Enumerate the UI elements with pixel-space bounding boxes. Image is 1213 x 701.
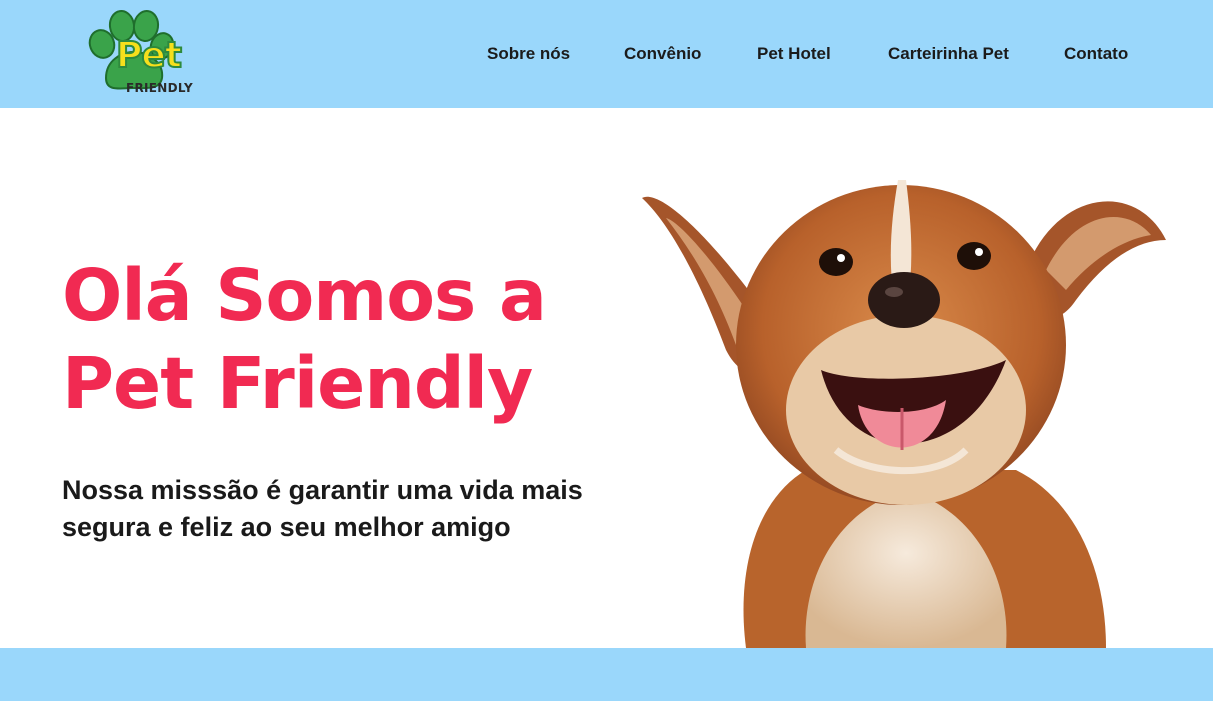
nav-link-contato[interactable]: Contato: [1064, 44, 1128, 64]
logo-subword: FRIENDLY: [126, 81, 193, 95]
hero-title: Olá Somos a Pet Friendly: [62, 252, 622, 428]
nav-link-sobre-nos[interactable]: Sobre nós: [487, 44, 570, 64]
hero-title-line-2: Pet Friendly: [62, 342, 533, 425]
nav-link-convenio[interactable]: Convênio: [624, 44, 701, 64]
nav-link-carteirinha-pet[interactable]: Carteirinha Pet: [888, 44, 1009, 64]
site-header: Pet FRIENDLY Sobre nós Convênio Pet Hote…: [0, 0, 1213, 108]
hero-title-line-1: Olá Somos a: [62, 254, 547, 337]
nav-link-pet-hotel[interactable]: Pet Hotel: [757, 44, 831, 64]
happy-dog-image: [642, 180, 1166, 648]
footer-band: [0, 648, 1213, 701]
logo-word: Pet: [115, 35, 183, 76]
hero-subtitle: Nossa misssão é garantir uma vida mais s…: [62, 475, 583, 542]
